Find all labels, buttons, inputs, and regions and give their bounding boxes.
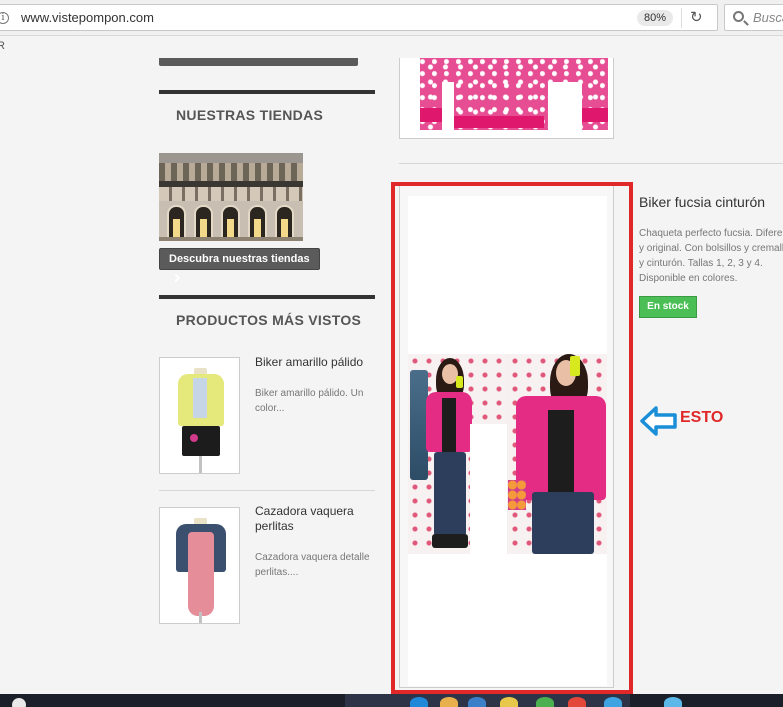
page-content: NUESTRAS TIENDAS Descubra nuestras tiend… [0,58,783,694]
store-arch [221,205,240,241]
taskbar-app-icon[interactable] [568,697,586,707]
store-arch [167,205,186,241]
product-desc: Biker amarillo pálido. Un color... [255,388,364,414]
url-text[interactable]: www.vistepompon.com [21,10,154,25]
chevron-right-icon [171,273,181,283]
store-upper-floor [159,187,303,201]
taskbar-active-group [345,694,630,707]
featured-product-desc: Chaqueta perfecto fucsia. Diferente y or… [639,228,783,284]
store-base [159,237,303,241]
taskbar [0,694,783,707]
highlight-box [391,182,633,694]
taskbar-app-icon[interactable] [500,697,518,707]
store-photo[interactable] [159,153,303,241]
stores-block-bar [159,90,375,94]
pink-dress-shape [188,532,214,616]
shirt-shape [193,378,207,418]
product-desc: Cazadora vaquera detalle perlitas.... [255,552,370,578]
most-viewed-title: PRODUCTOS MÁS VISTOS [176,312,362,328]
stock-badge: En stock [639,296,697,318]
taskbar-app-icon[interactable] [468,697,486,707]
store-sky [159,153,303,163]
taskbar-app-icon[interactable] [410,697,428,707]
taskbar-app-icon[interactable] [664,697,682,707]
product-thumb-yellow-biker[interactable] [159,357,240,474]
taskbar-app-icon[interactable] [440,697,458,707]
product-thumb-denim-jacket[interactable] [159,507,240,624]
most-viewed-block-bar [159,295,375,299]
product-name[interactable]: Biker amarillo pálido [255,355,367,370]
jacket-cuff [420,108,442,122]
product-divider [159,490,375,491]
search-bar[interactable]: Buscar [724,4,783,31]
discover-stores-button[interactable]: Descubra nuestras tiendas [159,248,320,283]
product-name[interactable]: Cazadora vaquera perlitas [255,504,367,534]
info-icon[interactable]: i [0,12,9,24]
previous-button-edge[interactable] [159,58,358,66]
arrow-left-icon [640,406,677,436]
store-arch [194,205,213,241]
address-separator [681,8,682,28]
search-input[interactable]: Buscar [753,10,783,25]
annotation: ESTO [640,403,740,439]
store-attic [159,163,303,181]
store-arch [248,205,267,241]
annotation-label: ESTO [680,409,724,426]
store-arch [275,205,294,241]
bookmarks-bar: R [0,36,783,58]
black-skirt-shape [182,426,220,456]
address-bar[interactable]: i www.vistepompon.com 80% ↻ [0,4,718,31]
reload-icon[interactable]: ↻ [690,8,703,26]
discover-stores-label: Descubra nuestras tiendas [169,253,310,265]
search-icon [733,11,744,22]
featured-product-title[interactable]: Biker fucsia cinturón [639,194,765,210]
browser-toolbar: i www.vistepompon.com 80% ↻ Buscar [0,0,783,36]
taskbar-app-icon[interactable] [536,697,554,707]
jacket-waistband [454,116,544,128]
start-button[interactable] [12,698,26,707]
zoom-badge[interactable]: 80% [637,10,673,26]
jacket-cuff [582,108,608,122]
product-thumb-pink-jacket[interactable] [399,58,614,139]
stores-title: NUESTRAS TIENDAS [176,107,324,123]
bookmark-item[interactable]: R [0,40,5,52]
jacket-gap [442,82,454,130]
skirt-flower [190,434,198,442]
product-divider [399,163,783,164]
jacket-gap [548,82,582,130]
mannequin-stand [199,456,202,473]
taskbar-app-icon[interactable] [604,697,622,707]
mannequin-stand [199,612,202,623]
